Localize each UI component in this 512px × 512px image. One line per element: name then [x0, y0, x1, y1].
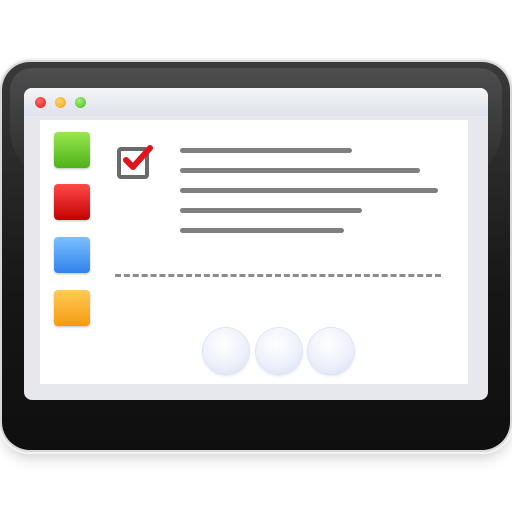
blue-tile[interactable]	[54, 237, 90, 273]
red-tile[interactable]	[54, 184, 90, 220]
close-dot[interactable]	[35, 97, 46, 108]
text-line	[180, 148, 352, 153]
orange-tile[interactable]	[54, 290, 90, 326]
browser-window	[24, 88, 488, 400]
illustration	[0, 0, 512, 512]
dashed-divider	[115, 274, 441, 277]
page-indicator-dot[interactable]	[203, 328, 249, 374]
maximize-dot[interactable]	[75, 97, 86, 108]
content-area	[40, 120, 468, 384]
green-tile[interactable]	[54, 132, 90, 168]
text-line	[180, 228, 344, 233]
checkmark-icon	[123, 145, 153, 170]
title-bar	[24, 88, 488, 116]
minimize-dot[interactable]	[55, 97, 66, 108]
page-indicator-dot[interactable]	[308, 328, 354, 374]
text-line	[180, 168, 420, 173]
task-checkbox[interactable]	[117, 145, 153, 179]
text-line	[180, 208, 362, 213]
page-indicator-dot[interactable]	[256, 328, 302, 374]
text-line	[180, 188, 438, 193]
